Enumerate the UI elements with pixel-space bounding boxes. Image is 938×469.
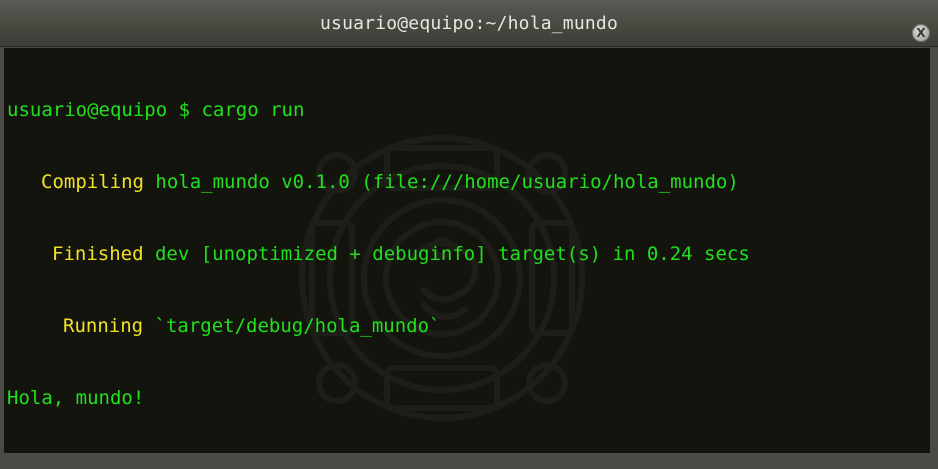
command-line: usuario@equipo $ cargo run [7,98,930,122]
terminal-area[interactable]: usuario@equipo $ cargo run Compiling hol… [4,48,930,453]
close-button[interactable]: X [912,24,930,42]
program-output-line: Hola, mundo! [7,386,930,410]
status-finished: Finished [52,243,144,265]
status-compiling: Compiling [41,171,144,193]
program-output: Hola, mundo! [7,387,145,409]
window-title: usuario@equipo:~/hola_mundo [320,13,618,34]
window-bottom-border [0,453,938,469]
status-running: Running [63,315,144,337]
command-text: cargo run [201,99,305,121]
output-text-compiling: hola_mundo v0.1.0 (file:///home/usuario/… [143,171,739,193]
output-text-finished: dev [unoptimized + debuginfo] target(s) … [143,243,750,265]
shell-prompt: usuario@equipo $ [7,99,202,121]
output-text-running: `target/debug/hola_mundo` [143,315,441,337]
output-line-finished: Finished dev [unoptimized + debuginfo] t… [7,242,930,266]
terminal-window: usuario@equipo:~/hola_mundo X usuario@eq… [0,0,938,469]
output-line-running: Running `target/debug/hola_mundo` [7,314,930,338]
output-line-compiling: Compiling hola_mundo v0.1.0 (file:///hom… [7,170,930,194]
title-bar[interactable]: usuario@equipo:~/hola_mundo X [0,0,938,47]
terminal-output: usuario@equipo $ cargo run Compiling hol… [7,50,930,453]
close-icon: X [916,26,926,40]
